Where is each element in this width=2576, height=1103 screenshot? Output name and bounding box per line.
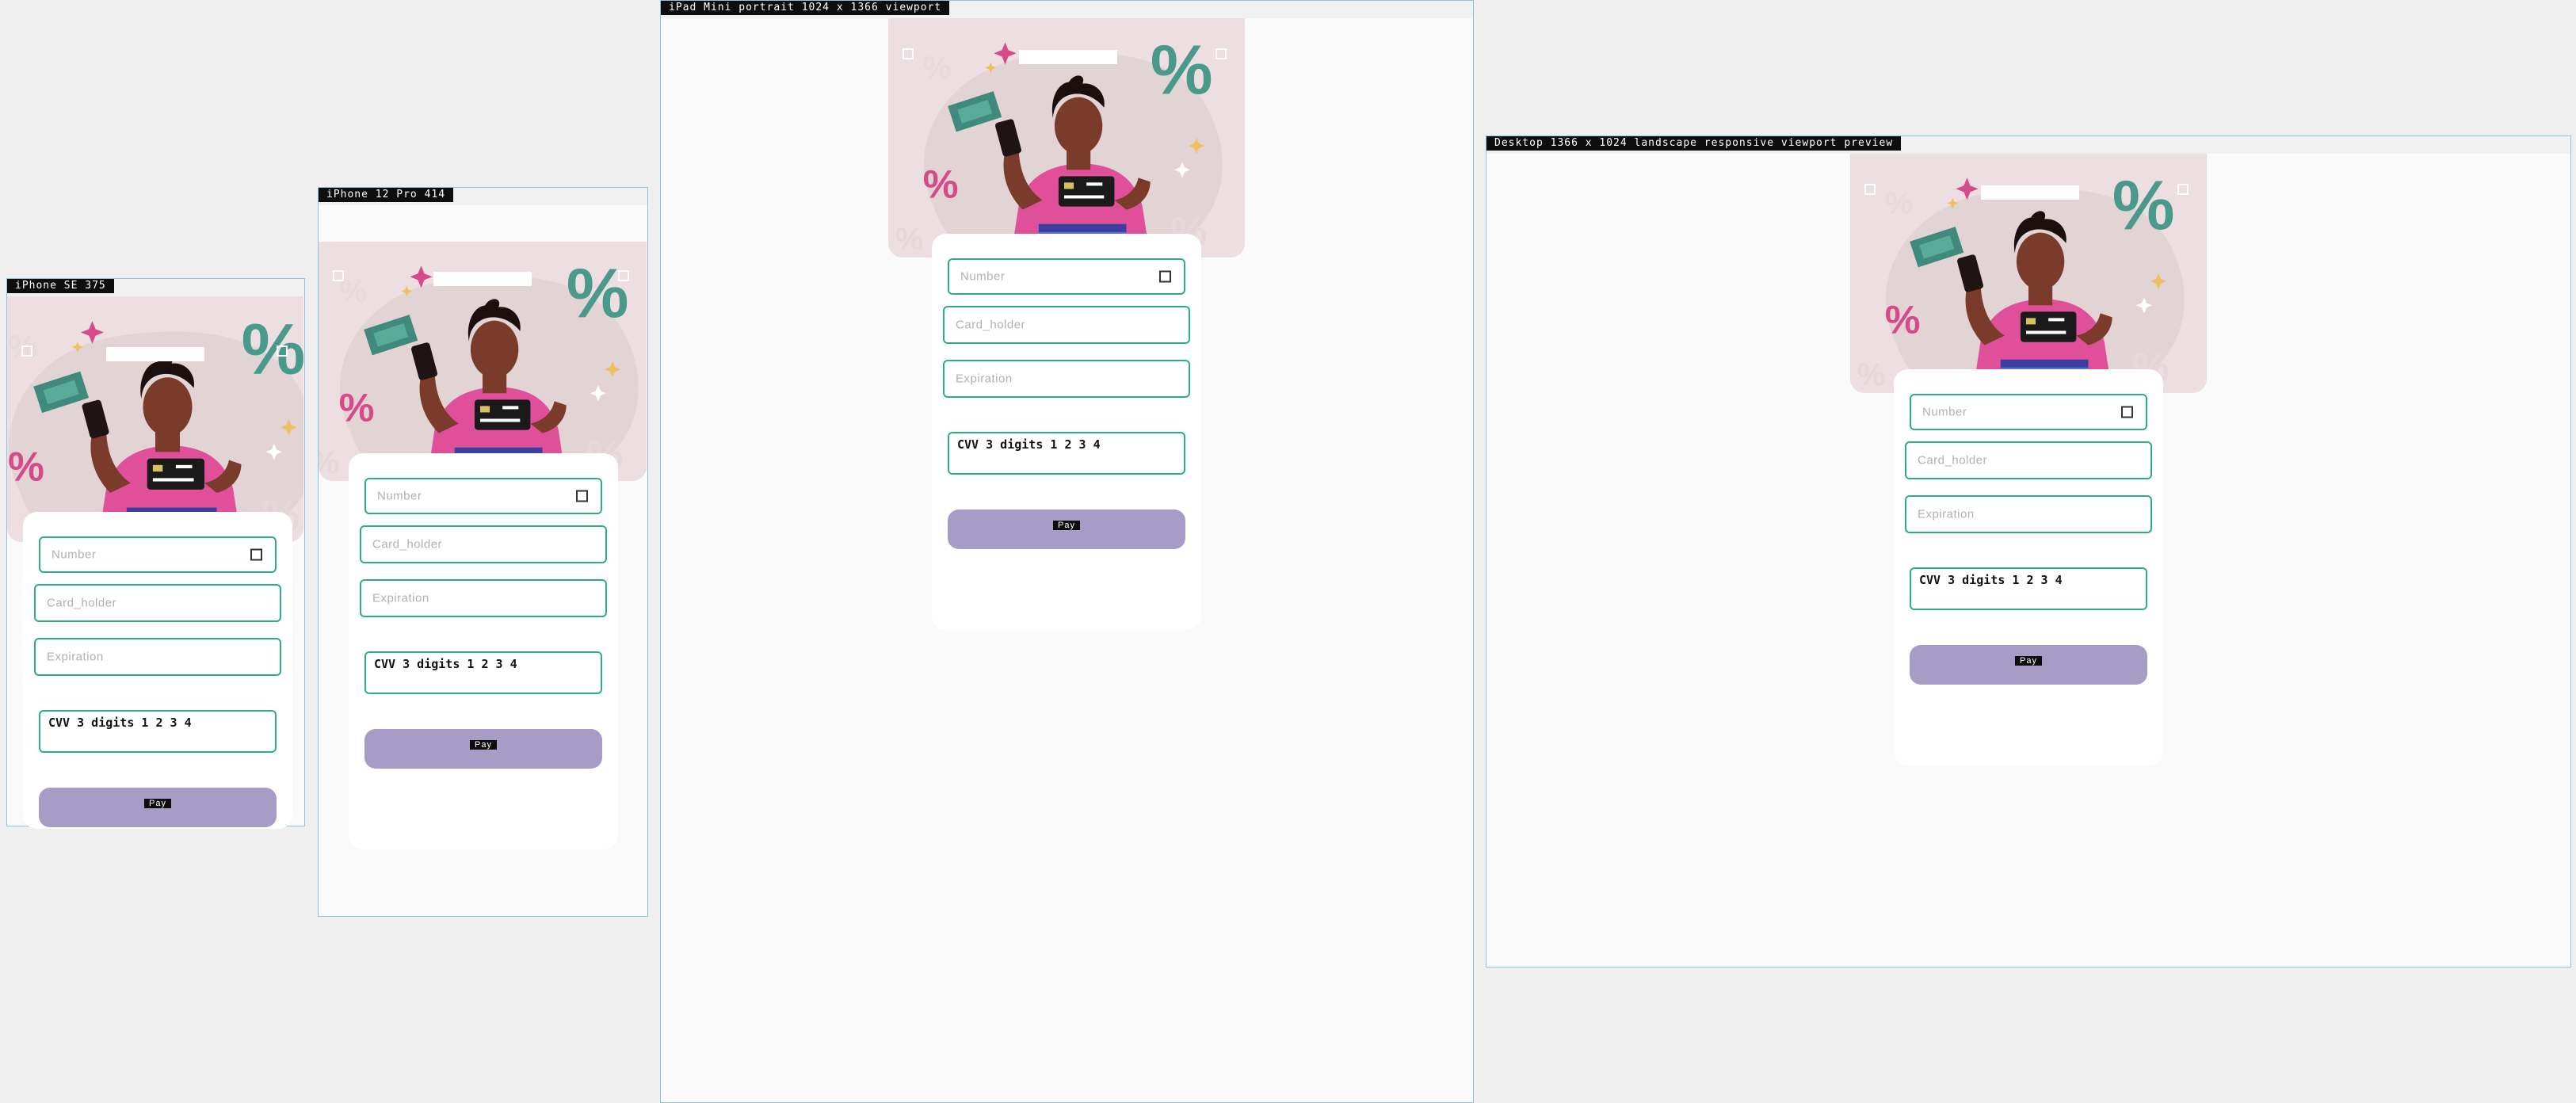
expiry-field[interactable]: Expiration bbox=[1905, 495, 2152, 533]
card-number-placeholder: Number bbox=[1922, 405, 1967, 419]
menu-icon[interactable] bbox=[277, 345, 288, 357]
viewport-frame-3: iPad Mini portrait 1024 x 1366 viewport … bbox=[660, 0, 1474, 1103]
hero-illustration: Pay online bbox=[7, 296, 303, 542]
card-name-placeholder: Card_holder bbox=[372, 537, 443, 552]
card-number-placeholder: Number bbox=[377, 489, 422, 503]
hero-title: Pay online bbox=[1981, 185, 2079, 200]
pay-button-label: Pay bbox=[1053, 521, 1080, 530]
card-name-placeholder: Card_holder bbox=[956, 318, 1026, 332]
card-number-field[interactable]: Number bbox=[39, 536, 277, 573]
payment-form-card: Number Card_holder Expiration CVV 3 digi… bbox=[23, 512, 292, 829]
payment-form-card: Number Card_holder Expiration CVV 3 digi… bbox=[932, 234, 1201, 630]
viewport-title-bar: iPhone 12 Pro 414 bbox=[319, 188, 647, 205]
viewport-frame-1: iPhone SE 375 Pay online Number Card_hol… bbox=[6, 278, 305, 829]
checkbox-icon[interactable] bbox=[1159, 270, 1171, 283]
viewport-label: iPhone 12 Pro 414 bbox=[319, 188, 454, 202]
viewport-frame-4: Desktop 1366 x 1024 landscape responsive… bbox=[1486, 135, 2571, 968]
viewport-title-bar: Desktop 1366 x 1024 landscape responsive… bbox=[1486, 136, 2570, 154]
back-icon[interactable] bbox=[21, 345, 32, 357]
pay-button[interactable]: Pay bbox=[1910, 645, 2147, 685]
pay-button-label: Pay bbox=[144, 799, 171, 808]
menu-icon[interactable] bbox=[2177, 184, 2189, 195]
card-name-field[interactable]: Card_holder bbox=[1905, 441, 2152, 479]
expiry-placeholder: Expiration bbox=[1918, 507, 1975, 521]
expiry-placeholder: Expiration bbox=[47, 650, 104, 664]
back-icon[interactable] bbox=[1864, 184, 1876, 195]
card-name-placeholder: Card_holder bbox=[47, 596, 117, 610]
cvv-value: CVV 3 digits 1 2 3 4 bbox=[1919, 573, 2063, 587]
checkbox-icon[interactable] bbox=[2121, 406, 2133, 418]
menu-icon[interactable] bbox=[618, 270, 629, 281]
cvv-value: CVV 3 digits 1 2 3 4 bbox=[374, 657, 517, 671]
hero-title: Pay online bbox=[106, 347, 204, 361]
cvv-field[interactable]: CVV 3 digits 1 2 3 4 bbox=[364, 651, 602, 694]
pay-button[interactable]: Pay bbox=[39, 788, 277, 827]
viewport-title-bar: iPad Mini portrait 1024 x 1366 viewport bbox=[661, 1, 1473, 18]
viewport-frame-2: iPhone 12 Pro 414 Pay online Number Card… bbox=[318, 187, 648, 917]
expiry-placeholder: Expiration bbox=[956, 372, 1013, 386]
menu-icon[interactable] bbox=[1215, 48, 1227, 59]
cvv-field[interactable]: CVV 3 digits 1 2 3 4 bbox=[948, 432, 1185, 475]
hero-illustration: Pay online bbox=[1850, 154, 2207, 393]
payment-form-card: Number Card_holder Expiration CVV 3 digi… bbox=[1894, 369, 2163, 765]
card-number-field[interactable]: Number bbox=[1910, 394, 2147, 430]
card-name-field[interactable]: Card_holder bbox=[34, 584, 281, 622]
viewport-title-bar: iPhone SE 375 bbox=[7, 279, 304, 296]
checkbox-icon[interactable] bbox=[250, 548, 262, 561]
cvv-field[interactable]: CVV 3 digits 1 2 3 4 bbox=[39, 710, 277, 753]
card-name-field[interactable]: Card_holder bbox=[943, 306, 1190, 344]
viewport-label: Desktop 1366 x 1024 landscape responsive… bbox=[1486, 136, 1902, 151]
card-name-placeholder: Card_holder bbox=[1918, 453, 1988, 468]
viewport-label: iPhone SE 375 bbox=[7, 279, 114, 293]
card-number-placeholder: Number bbox=[960, 269, 1006, 284]
woman-with-card-illustration bbox=[7, 296, 303, 542]
hero-title: Pay online bbox=[433, 272, 532, 286]
expiry-field[interactable]: Expiration bbox=[943, 360, 1190, 398]
expiry-field[interactable]: Expiration bbox=[34, 638, 281, 676]
pay-button-label: Pay bbox=[2015, 656, 2042, 666]
card-number-placeholder: Number bbox=[52, 548, 97, 562]
back-icon[interactable] bbox=[903, 48, 914, 59]
cvv-field[interactable]: CVV 3 digits 1 2 3 4 bbox=[1910, 567, 2147, 610]
card-number-field[interactable]: Number bbox=[948, 258, 1185, 295]
payment-form-card: Number Card_holder Expiration CVV 3 digi… bbox=[349, 453, 618, 849]
pay-button[interactable]: Pay bbox=[364, 729, 602, 769]
cvv-value: CVV 3 digits 1 2 3 4 bbox=[48, 716, 192, 730]
hero-illustration: Pay online bbox=[888, 18, 1245, 258]
checkbox-icon[interactable] bbox=[576, 490, 588, 502]
hero-illustration: Pay online bbox=[319, 242, 647, 481]
viewport-label: iPad Mini portrait 1024 x 1366 viewport bbox=[661, 1, 950, 15]
hero-title: Pay online bbox=[1019, 50, 1117, 64]
back-icon[interactable] bbox=[333, 270, 344, 281]
card-name-field[interactable]: Card_holder bbox=[360, 525, 607, 563]
card-number-field[interactable]: Number bbox=[364, 478, 602, 514]
pay-button-label: Pay bbox=[470, 740, 497, 750]
cvv-value: CVV 3 digits 1 2 3 4 bbox=[957, 437, 1101, 452]
pay-button[interactable]: Pay bbox=[948, 510, 1185, 549]
expiry-field[interactable]: Expiration bbox=[360, 579, 607, 617]
expiry-placeholder: Expiration bbox=[372, 591, 429, 605]
